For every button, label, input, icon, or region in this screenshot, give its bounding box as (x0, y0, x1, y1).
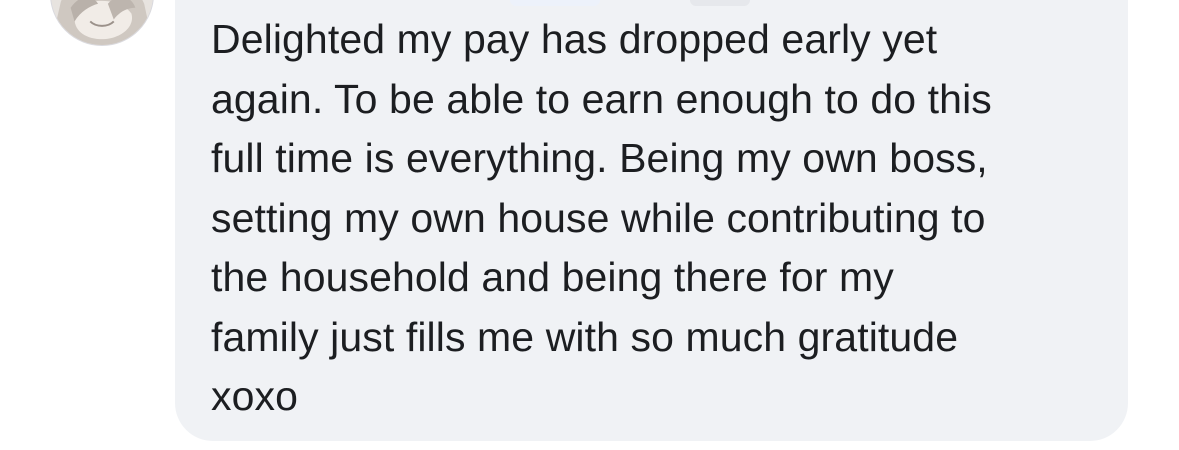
comment-text: Delighted my pay has dropped early yet a… (211, 16, 992, 419)
avatar-photo-icon (51, 0, 153, 45)
reply-reaction-edge (510, 0, 600, 6)
comment-edge-divider (690, 0, 750, 6)
commenter-avatar[interactable] (50, 0, 154, 46)
